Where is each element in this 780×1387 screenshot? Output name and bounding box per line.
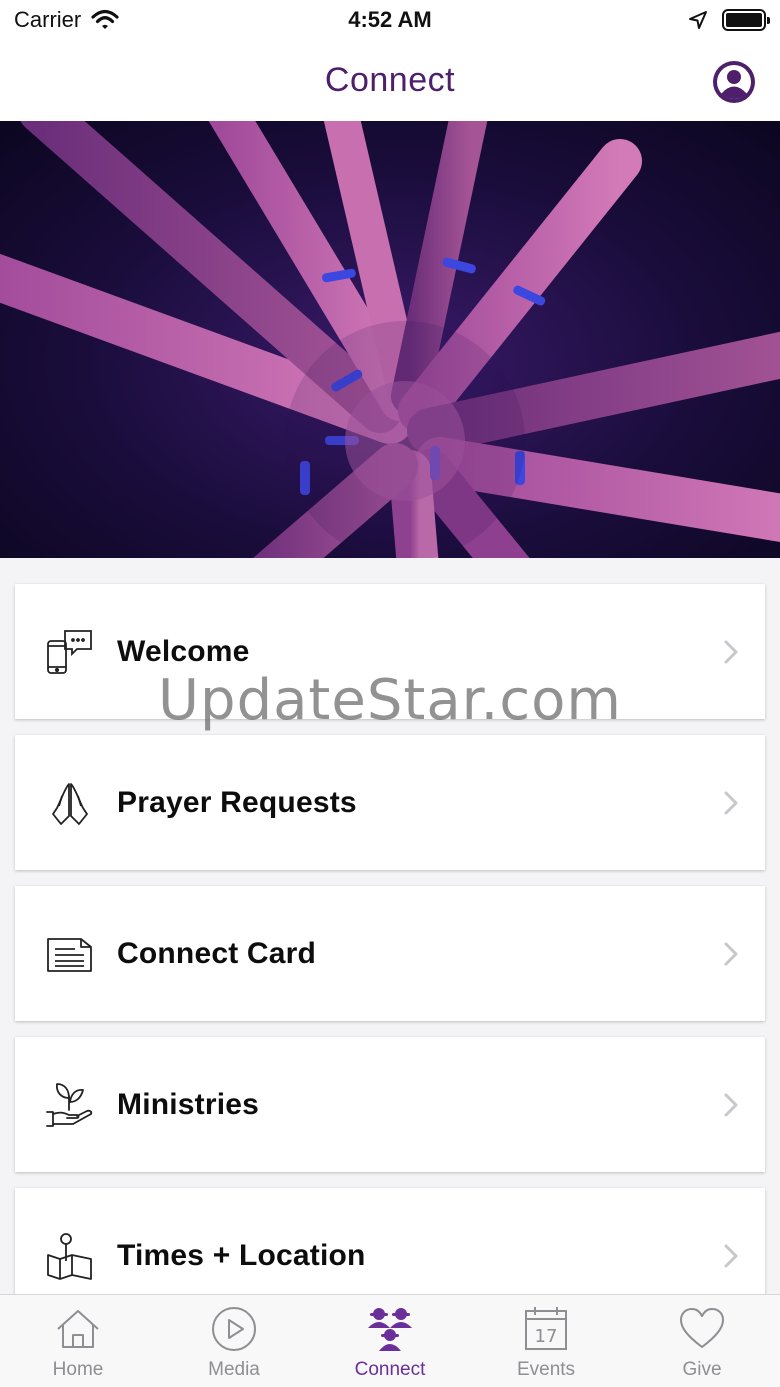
chevron-right-icon [724,942,738,965]
tab-label: Media [208,1359,260,1380]
people-group-icon [368,1308,412,1351]
page-title: Connect [324,61,456,99]
calendar-icon: 17 [525,1307,567,1350]
play-circle-icon [212,1307,256,1351]
tab-label: Give [682,1359,722,1380]
menu-item-connect-card[interactable]: Connect Card [15,886,765,1021]
menu-item-label: Prayer Requests [117,785,357,819]
chevron-right-icon [724,640,738,663]
chevron-right-icon [724,791,738,814]
map-pin-icon [47,1232,92,1280]
tab-label: Home [52,1359,104,1380]
wifi-icon [91,9,119,29]
location-arrow-icon [689,11,707,29]
chevron-right-icon [724,1093,738,1116]
document-card-icon [47,937,92,972]
carrier-indicator: Carrier [14,7,119,33]
carrier-label: Carrier [14,7,82,32]
profile-icon[interactable] [712,60,756,104]
hands-together-illustration [0,121,780,558]
menu-item-welcome[interactable]: Welcome [15,584,765,719]
status-bar: Carrier 4:52 AM [0,0,780,40]
menu-item-label: Welcome [117,634,250,668]
tab-give[interactable]: Give [624,1295,780,1387]
menu-item-prayer-requests[interactable]: Prayer Requests [15,735,765,870]
bottom-tab-bar: Home Media Connect 17 Events Give [0,1294,780,1387]
menu-item-times-location[interactable]: Times + Location [15,1188,765,1294]
menu-item-label: Connect Card [117,936,317,970]
tab-label: Events [516,1359,576,1380]
hero-image [0,121,780,558]
hand-plant-icon [46,1082,93,1127]
tab-media[interactable]: Media [156,1295,312,1387]
menu-item-label: Times + Location [117,1238,366,1272]
heart-icon [680,1308,724,1348]
connect-menu-list: Welcome Prayer Requests Connect Card Min… [0,558,780,1294]
calendar-day-number: 17 [535,1326,558,1347]
menu-item-label: Ministries [117,1087,260,1121]
tab-connect[interactable]: Connect [312,1295,468,1387]
tab-label: Connect [354,1359,426,1380]
tab-events[interactable]: 17 Events [468,1295,624,1387]
chevron-right-icon [724,1244,738,1267]
praying-hands-icon [52,782,88,825]
battery-icon [722,9,770,31]
menu-item-ministries[interactable]: Ministries [15,1037,765,1172]
top-nav-bar: Connect [0,40,780,121]
tab-home[interactable]: Home [0,1295,156,1387]
phone-chat-icon [47,629,92,674]
home-icon [57,1310,99,1348]
